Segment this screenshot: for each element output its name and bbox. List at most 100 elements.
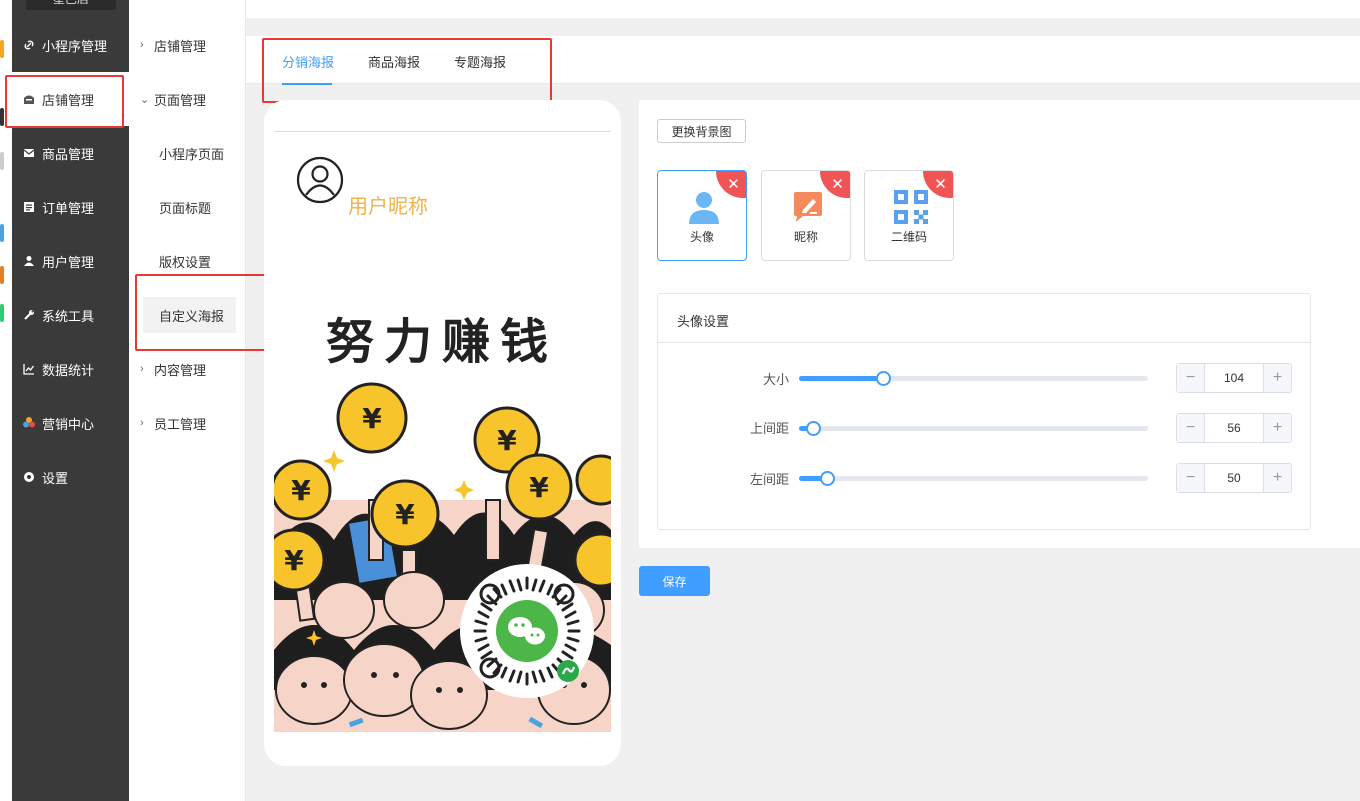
sidebar-item-label: 店铺管理 <box>42 92 95 108</box>
sidebar-item-label: 数据统计 <box>42 362 95 378</box>
left-margin-value[interactable]: 50 <box>1204 464 1264 492</box>
nickname-text[interactable]: 用户昵称 <box>348 190 428 219</box>
submenu-label: 页面管理 <box>154 92 207 108</box>
increment-button[interactable]: + <box>1264 414 1291 442</box>
sidebar-item-marketing[interactable]: 营销中心 <box>12 396 129 450</box>
chevron-right-icon: › <box>140 39 144 51</box>
main-sidebar: 星巴店 小程序管理 店铺管理 商品管理 订单管理 用户管理 系统工具 数据统计 … <box>12 0 129 801</box>
sidebar-item-users[interactable]: 用户管理 <box>12 234 129 288</box>
submenu-store[interactable]: › 店铺管理 <box>129 18 246 72</box>
slider-handle[interactable] <box>875 371 891 386</box>
sidebar-item-label: 用户管理 <box>42 254 95 270</box>
top-margin-label: 上间距 <box>749 421 789 436</box>
sidebar-item-miniprogram[interactable]: 小程序管理 <box>12 18 129 72</box>
slider-handle[interactable] <box>805 421 821 436</box>
poster-slogan: 努力赚钱 <box>326 314 558 370</box>
size-value[interactable]: 104 <box>1204 364 1264 392</box>
coin-symbol: ¥ <box>291 474 311 507</box>
active-tab-indicator <box>282 83 332 85</box>
divider <box>274 131 611 132</box>
submenu-staff[interactable]: › 员工管理 <box>129 396 246 450</box>
submenu-label: 版权设置 <box>159 254 212 270</box>
left-margin-stepper[interactable]: − 50 + <box>1176 463 1292 493</box>
sidebar-item-label: 订单管理 <box>42 200 95 216</box>
poster-tabs: 分销海报 商品海报 专题海报 <box>246 36 1360 85</box>
element-card-label: 头像 <box>689 230 714 244</box>
submenu-label: 自定义海报 <box>159 308 225 324</box>
decrement-button[interactable]: − <box>1177 464 1204 492</box>
change-background-button[interactable]: 更换背景图 <box>657 119 746 143</box>
edit-icon <box>791 190 825 224</box>
qrcode-icon <box>894 190 928 224</box>
size-label: 大小 <box>762 372 789 387</box>
sidebar-item-tools[interactable]: 系统工具 <box>12 288 129 342</box>
link-icon <box>23 39 35 51</box>
top-strip <box>246 0 1360 18</box>
coin-symbol: ¥ <box>529 471 549 504</box>
slider-fill <box>799 376 883 381</box>
increment-button[interactable]: + <box>1264 464 1291 492</box>
top-margin-value[interactable]: 56 <box>1204 414 1264 442</box>
sidebar-item-settings[interactable]: 设置 <box>12 450 129 504</box>
size-slider[interactable] <box>799 371 1148 386</box>
top-margin-slider[interactable] <box>799 421 1148 436</box>
avatar-settings: 头像设置 大小 − 104 + 上间距 − 56 + 左间距 − 50 + <box>657 293 1311 530</box>
tab-goods-poster[interactable]: 商品海报 <box>368 52 420 71</box>
pinwheel-icon <box>23 417 35 429</box>
list-icon <box>23 201 35 213</box>
poster-preview: 用户昵称 努力赚钱 ¥ ¥ ¥ ¥ ¥ ¥ <box>264 100 621 766</box>
submenu-label: 员工管理 <box>154 416 207 432</box>
submenu-label: 页面标题 <box>159 200 212 216</box>
coin-symbol: ¥ <box>395 498 415 531</box>
chevron-down-icon: ⌄ <box>140 93 150 106</box>
gear-icon <box>23 471 35 483</box>
user-icon <box>23 255 35 267</box>
submenu-label: 店铺管理 <box>154 38 207 54</box>
submenu-miniprogram-page[interactable]: 小程序页面 <box>129 126 246 180</box>
brand-label: 星巴店 <box>26 0 116 10</box>
element-card-avatar[interactable]: ✕ 头像 <box>657 170 747 261</box>
increment-button[interactable]: + <box>1264 364 1291 392</box>
submenu-copyright[interactable]: 版权设置 <box>129 234 246 288</box>
chevron-right-icon: › <box>140 417 144 429</box>
poster-background-image: 努力赚钱 ¥ ¥ ¥ ¥ ¥ ¥ <box>274 250 611 732</box>
submenu-label: 内容管理 <box>154 362 207 378</box>
desktop-edge <box>0 0 12 801</box>
tab-topic-poster[interactable]: 专题海报 <box>454 52 506 71</box>
coin-symbol: ¥ <box>284 544 304 577</box>
element-card-label: 昵称 <box>793 230 818 244</box>
element-card-nickname[interactable]: ✕ 昵称 <box>761 170 851 261</box>
element-card-qrcode[interactable]: ✕ 二维码 <box>864 170 954 261</box>
sidebar-item-orders[interactable]: 订单管理 <box>12 180 129 234</box>
size-stepper[interactable]: − 104 + <box>1176 363 1292 393</box>
coin-symbol: ¥ <box>362 402 382 435</box>
submenu-page[interactable]: ⌄ 页面管理 <box>129 72 246 126</box>
chart-icon <box>23 363 35 375</box>
sidebar-item-goods[interactable]: 商品管理 <box>12 126 129 180</box>
settings-title: 头像设置 <box>677 314 730 329</box>
top-margin-stepper[interactable]: − 56 + <box>1176 413 1292 443</box>
mini-program-qrcode <box>460 564 594 698</box>
sub-sidebar: › 店铺管理 ⌄ 页面管理 小程序页面 页面标题 版权设置 自定义海报 › 内容… <box>129 0 246 801</box>
wrench-icon <box>23 309 35 321</box>
decrement-button[interactable]: − <box>1177 414 1204 442</box>
submenu-page-title[interactable]: 页面标题 <box>129 180 246 234</box>
poster-settings-panel: 更换背景图 ✕ 头像 ✕ 昵称 ✕ 二维码 头像设置 大小 − 104 + 上间… <box>639 100 1360 548</box>
sidebar-item-label: 商品管理 <box>42 146 95 162</box>
save-button[interactable]: 保存 <box>639 566 710 596</box>
store-icon <box>23 93 35 105</box>
slider-handle[interactable] <box>819 471 835 486</box>
sidebar-item-label: 小程序管理 <box>42 38 108 54</box>
avatar-placeholder-icon[interactable] <box>296 156 344 204</box>
sidebar-item-store[interactable]: 店铺管理 <box>12 72 129 126</box>
submenu-content[interactable]: › 内容管理 <box>129 342 246 396</box>
sidebar-item-label: 系统工具 <box>42 308 95 324</box>
divider <box>658 342 1310 343</box>
coin-symbol: ¥ <box>497 424 517 457</box>
left-margin-slider[interactable] <box>799 471 1148 486</box>
decrement-button[interactable]: − <box>1177 364 1204 392</box>
chevron-right-icon: › <box>140 363 144 375</box>
submenu-custom-poster[interactable]: 自定义海报 <box>143 297 236 333</box>
tab-distribution-poster[interactable]: 分销海报 <box>282 52 334 71</box>
sidebar-item-stats[interactable]: 数据统计 <box>12 342 129 396</box>
